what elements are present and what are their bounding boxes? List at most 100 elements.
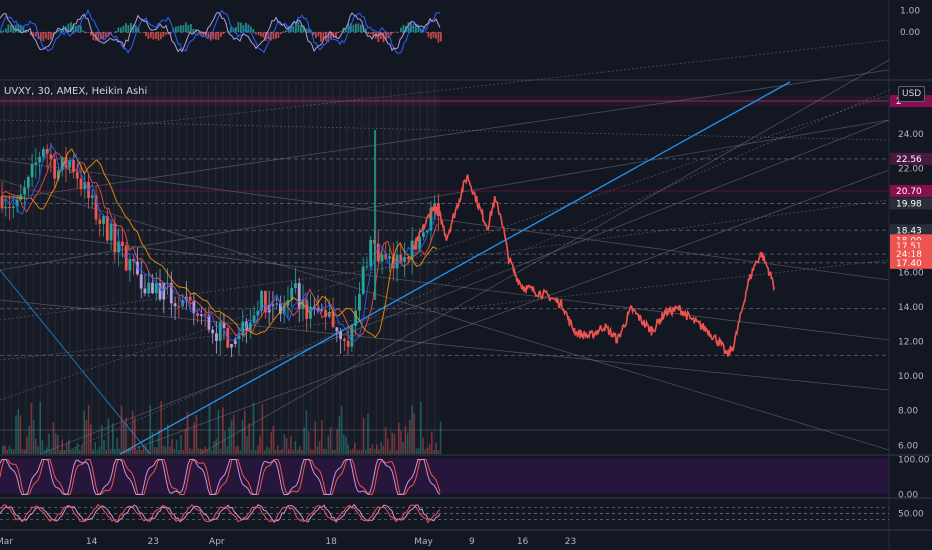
osc-hist-bar	[297, 21, 300, 33]
volume-bar	[68, 439, 70, 454]
volume-bar	[347, 444, 349, 454]
volume-bar	[17, 409, 19, 454]
volume-bar	[94, 442, 96, 454]
candle-body	[90, 195, 94, 198]
volume-bar	[299, 446, 301, 454]
volume-bar	[389, 449, 391, 454]
volume-bar	[241, 419, 244, 454]
symbol-header: UVXY , 30 , AMEX , Heikin Ashi	[4, 86, 147, 97]
candle-body	[230, 344, 233, 348]
osc-hist-bar	[82, 30, 85, 33]
volume-bar	[316, 446, 319, 454]
volume-bar	[233, 414, 235, 454]
time-tick-8: 23	[565, 537, 576, 547]
osc-hist-bar	[42, 32, 45, 42]
volume-bar	[332, 449, 334, 454]
volume-bar	[101, 425, 103, 454]
volume-bar	[301, 449, 303, 454]
volume-bar	[384, 427, 387, 454]
volume-bar	[222, 407, 224, 454]
candle-body	[38, 156, 42, 163]
volume-bar	[362, 417, 365, 454]
volume-bar	[371, 444, 374, 454]
osc-hist-bar	[15, 24, 17, 33]
volume-bar	[215, 438, 217, 454]
candle-body	[354, 310, 358, 326]
volume-bar	[98, 447, 101, 454]
price-tick-7: 8.00	[898, 407, 918, 417]
osc-hist-bar	[272, 32, 275, 40]
ticker-label[interactable]: UVXY	[4, 86, 31, 97]
volume-bar	[169, 446, 171, 454]
candle-body	[421, 232, 425, 237]
osc-hist-bar	[175, 26, 177, 33]
osc-hist-bar	[125, 23, 127, 33]
osc-hist-bar	[160, 32, 162, 40]
osc-hist-bar	[427, 32, 430, 38]
osc-hist-bar	[50, 32, 52, 40]
volume-bar	[303, 427, 305, 454]
osc-hist-bar	[275, 32, 277, 39]
volume-bar	[406, 432, 409, 454]
osc-hist-bar	[410, 21, 412, 33]
volume-bar	[439, 421, 442, 454]
volume-bar	[402, 442, 404, 454]
osc-hist-bar	[240, 22, 242, 33]
volume-bar	[219, 448, 222, 454]
volume-bar	[197, 448, 200, 454]
chart-style-label[interactable]: Heikin Ashi	[92, 86, 148, 97]
volume-bar	[24, 449, 26, 454]
candle-body	[154, 283, 158, 294]
volume-bar	[321, 420, 323, 454]
chart-canvas[interactable]: 24.0022.0018.0016.0014.0012.0010.008.006…	[0, 0, 932, 550]
volume-bar	[10, 448, 13, 454]
osc-hist-bar	[147, 32, 150, 40]
osc-hist-bar	[340, 31, 342, 33]
volume-bar	[437, 449, 440, 454]
volume-bar	[307, 431, 310, 454]
volume-bar	[186, 412, 189, 454]
candle-body	[8, 207, 11, 209]
volume-bar	[147, 449, 149, 454]
volume-bar	[90, 424, 92, 454]
osc-hist-bar	[295, 23, 297, 33]
volume-bar	[213, 441, 215, 454]
candle-body	[151, 282, 154, 294]
volume-bar	[281, 449, 283, 454]
candle-body	[203, 314, 207, 316]
osc-tick-0: 1.00	[900, 7, 920, 17]
volume-bar	[61, 439, 63, 454]
volume-bar	[123, 422, 125, 454]
interval-label[interactable]: 30	[37, 86, 50, 97]
volume-bar	[288, 449, 290, 454]
volume-bar	[228, 427, 231, 454]
volume-bar	[404, 426, 407, 454]
volume-bar	[274, 449, 277, 454]
osc-hist-bar	[432, 32, 435, 38]
osc-hist-bar	[317, 32, 320, 37]
volume-bar	[395, 449, 398, 454]
volume-bar	[354, 443, 356, 454]
price-tick-4: 14.00	[898, 303, 924, 313]
volume-bar	[79, 449, 81, 454]
volume-bar	[109, 448, 112, 454]
chart-stage[interactable]: 24.0022.0018.0016.0014.0012.0010.008.006…	[0, 0, 932, 550]
volume-bar	[373, 449, 376, 454]
candle-body	[406, 257, 410, 260]
osc-hist-bar	[215, 32, 217, 40]
volume-bar	[424, 449, 426, 454]
volume-bar	[2, 445, 4, 454]
volume-bar	[96, 449, 99, 454]
volume-bar	[70, 449, 72, 454]
candle-body	[275, 303, 279, 305]
candle-body	[369, 239, 373, 267]
volume-bar	[417, 448, 420, 454]
volume-bar	[431, 431, 433, 454]
volume-bar	[323, 448, 325, 454]
volume-bar	[358, 449, 360, 454]
volume-bar	[127, 449, 129, 454]
candle-body	[34, 162, 38, 165]
candle-body	[98, 219, 102, 224]
osc-hist-bar	[145, 32, 147, 37]
currency-badge[interactable]: USD	[898, 86, 926, 102]
